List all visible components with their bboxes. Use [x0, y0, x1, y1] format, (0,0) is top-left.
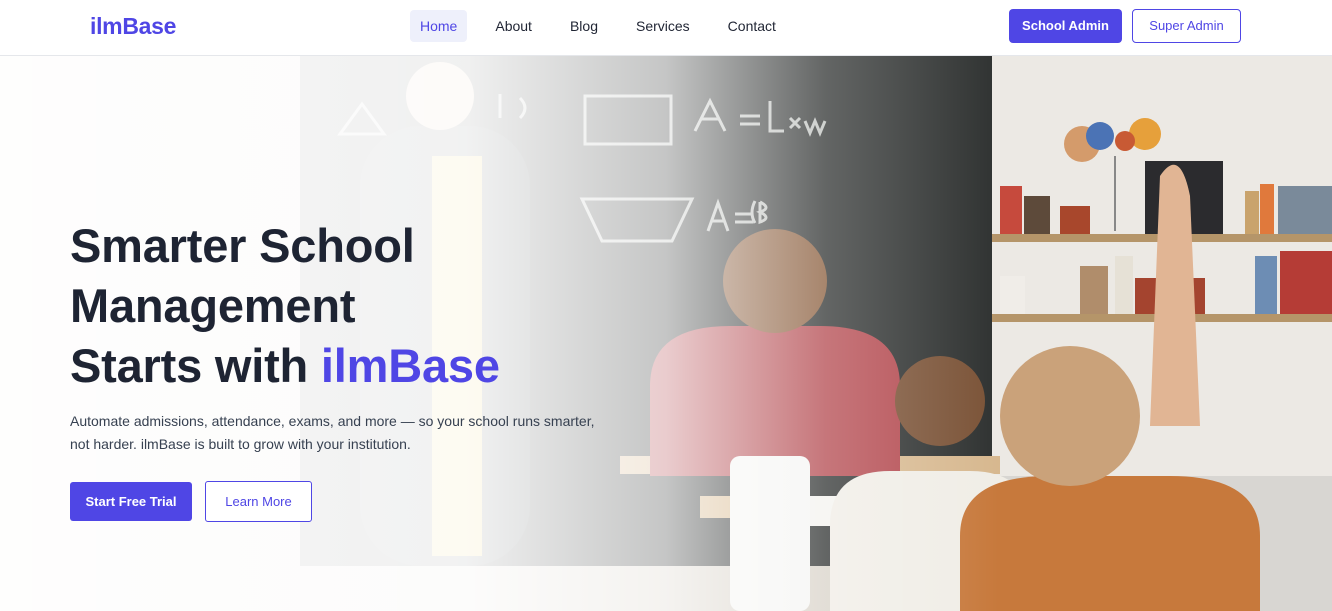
hero-subtitle-line2: not harder. ilmBase is built to grow wit… — [70, 436, 411, 452]
hero-title-brand: ilmBase — [320, 339, 500, 392]
hero-title: Smarter School Management Starts with il… — [70, 216, 500, 396]
hero-subtitle: Automate admissions, attendance, exams, … — [70, 410, 630, 456]
nav-item-about[interactable]: About — [485, 10, 542, 42]
hero-title-line2: Management — [70, 279, 356, 332]
start-free-trial-button[interactable]: Start Free Trial — [70, 482, 192, 521]
super-admin-button[interactable]: Super Admin — [1132, 9, 1241, 43]
hero-title-line3-prefix: Starts with — [70, 339, 309, 392]
main-nav: Home About Blog Services Contact — [410, 10, 804, 42]
nav-item-contact[interactable]: Contact — [718, 10, 786, 42]
nav-item-blog[interactable]: Blog — [560, 10, 608, 42]
top-navbar: ilmBase Home About Blog Services Contact… — [0, 0, 1332, 56]
nav-item-home[interactable]: Home — [410, 10, 468, 42]
brand-logo[interactable]: ilmBase — [90, 13, 176, 40]
hero-subtitle-line1: Automate admissions, attendance, exams, … — [70, 413, 595, 429]
learn-more-button[interactable]: Learn More — [205, 481, 312, 522]
hero-section: Smarter School Management Starts with il… — [0, 56, 1332, 611]
nav-item-services[interactable]: Services — [626, 10, 700, 42]
school-admin-button[interactable]: School Admin — [1009, 9, 1122, 43]
hero-title-line1: Smarter School — [70, 219, 415, 272]
